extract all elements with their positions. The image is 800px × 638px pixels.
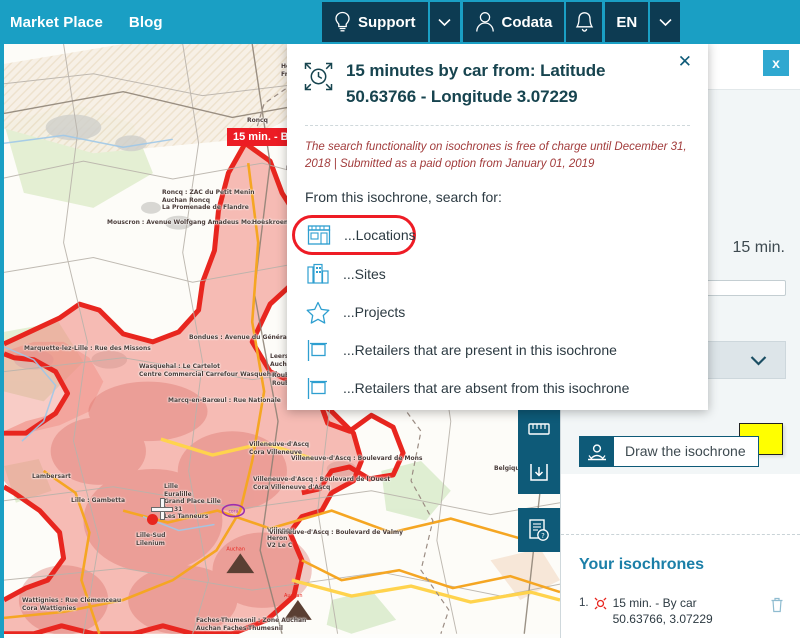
user-icon [475,12,494,32]
isochrone-index: 1. [579,597,589,609]
map-center-marker[interactable] [147,514,158,525]
chevron-down-icon [659,18,672,26]
isochrone-target-icon [594,595,608,615]
account-group: Codata [462,2,603,42]
panel-divider [561,534,800,535]
app-root: Auchan Auchan Auchan cora cora Roncq : Z… [0,0,800,638]
bell-icon [575,12,594,32]
map-tool-group-top [518,406,560,494]
popup-prompt: From this isochrone, search for: [305,189,502,206]
top-navigation-bar: Market Place Blog Support Codata EN [0,0,800,44]
popup-item-label: ...Retailers that are present in this is… [343,342,617,359]
chevron-down-icon [750,355,767,366]
buildings-icon [305,261,331,287]
chevron-down-icon [438,18,451,26]
popup-item-sites[interactable]: ...Sites [287,255,708,293]
report-help-icon: ? [529,519,549,541]
map-tool-group-bottom: ? [518,508,560,552]
popup-title: 15 minutes by car from: Latitude 50.6376… [346,61,606,107]
popup-item-label: ...Projects [343,304,406,321]
support-label: Support [358,13,416,31]
map-tool-measure[interactable] [518,406,560,450]
popup-separator [305,124,690,126]
language-group: EN [605,2,681,42]
star-icon [305,299,331,325]
popup-item-label: ...Locations [344,227,416,244]
draw-isochrone-button[interactable]: Draw the isochrone [579,436,759,467]
brand-nav-links: Market Place Blog [0,14,163,31]
language-dropdown-toggle[interactable] [650,2,681,42]
map-tool-rail: ? [518,406,560,552]
download-icon [530,464,548,481]
popup-header: 15 minutes by car from: Latitude 50.6376… [287,41,708,111]
draw-polygon-icon [580,437,614,466]
isochrone-list-item[interactable]: 1. 15 min. - By car 50.63766, 3.07229 [579,595,784,627]
svg-text:?: ? [541,532,545,540]
map-tool-report[interactable]: ? [518,508,560,552]
map-tool-download[interactable] [518,450,560,494]
nav-blog[interactable]: Blog [129,14,163,31]
popup-item-label: ...Retailers that are absent from this i… [343,380,630,397]
support-group: Support [322,2,460,42]
isochrone-line1: 15 min. - By car [612,596,697,610]
popup-item-retailers-present[interactable]: ...Retailers that are present in this is… [287,331,708,369]
isochrone-description: 15 min. - By car 50.63766, 3.07229 [613,595,765,627]
popup-item-retailers-absent[interactable]: ...Retailers that are absent from this i… [287,369,708,407]
map-tool-rail-gap [518,494,560,508]
account-label: Codata [501,13,553,31]
isochrone-search-popup: ✕ 15 minutes by car from: Latitude 50.63… [287,41,708,410]
lightbulb-icon [335,11,350,32]
nav-market-place[interactable]: Market Place [10,14,103,31]
language-label: EN [616,13,638,31]
svg-text:Auchan: Auchan [226,546,245,552]
trash-icon [771,597,783,613]
svg-text:Auchan: Auchan [284,593,303,599]
duration-value: 15 min. [732,239,785,256]
notifications-button[interactable] [566,2,603,42]
your-isochrones-title: Your isochrones [579,556,705,573]
popup-item-label: ...Sites [343,266,386,283]
support-button[interactable]: Support [322,2,428,42]
popup-pricing-note: The search functionality on isochrones i… [305,140,687,170]
top-bar-actions: Support Codata EN [322,2,683,42]
shop-sign-icon [305,337,331,363]
popup-search-options: ...Locations ...Sites ...Projects ...Ret… [287,215,708,407]
shop-sign-icon [305,375,331,401]
support-dropdown-toggle[interactable] [429,2,460,42]
isochrone-line2: 50.63766, 3.07229 [612,612,713,627]
right-panel-close-button[interactable]: x [763,50,789,76]
storefront-icon [306,222,332,248]
ruler-icon [528,423,550,435]
popup-item-locations[interactable]: ...Locations [292,215,416,256]
draw-isochrone-label: Draw the isochrone [625,443,746,459]
account-button[interactable]: Codata [462,2,565,42]
isochrone-clock-icon [304,58,334,96]
isochrone-delete-button[interactable] [770,595,784,618]
popup-close-button[interactable]: ✕ [674,51,696,72]
language-button[interactable]: EN [605,2,649,42]
popup-item-projects[interactable]: ...Projects [287,293,708,331]
svg-text:cora: cora [228,509,238,515]
